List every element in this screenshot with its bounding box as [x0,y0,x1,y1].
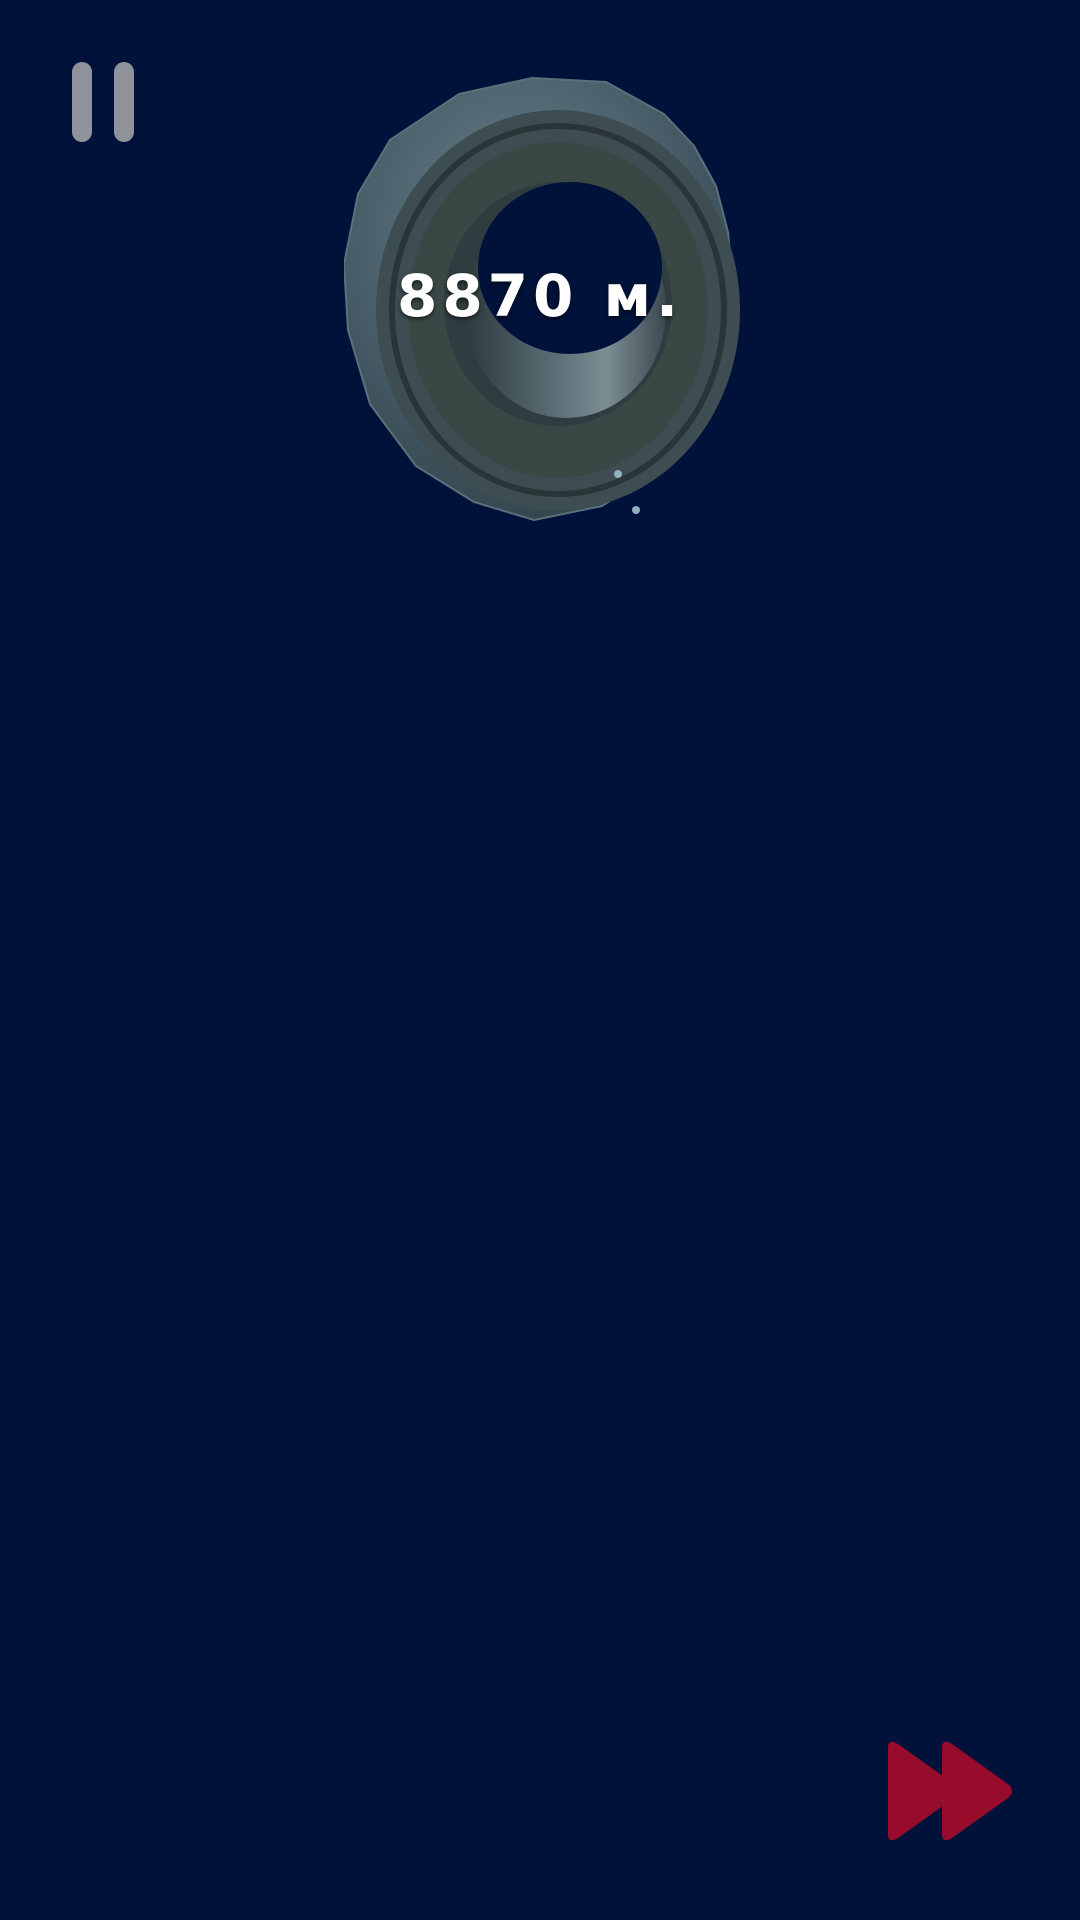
tire-valve-dot [614,470,622,478]
fast-forward-button[interactable] [884,1738,1016,1844]
distance-counter: 8870 м. [396,262,684,330]
pause-button[interactable] [70,62,136,142]
game-scene: 8870 м. [0,0,1080,1920]
pause-icon-bar [114,62,134,142]
fast-forward-icon [888,1741,1012,1841]
pause-icon [72,62,92,142]
